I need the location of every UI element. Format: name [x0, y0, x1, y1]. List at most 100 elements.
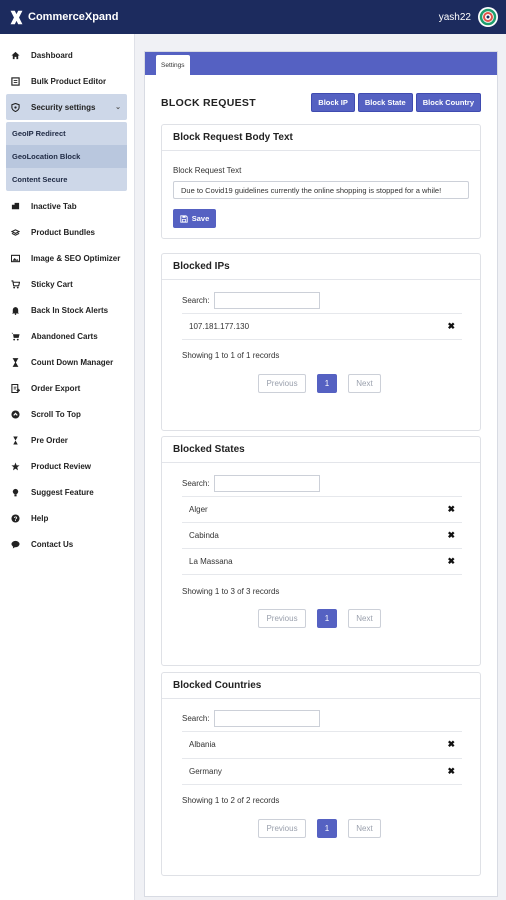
sidebar-item-count-down-manager[interactable]: Count Down Manager: [0, 349, 134, 375]
ip-value: 107.181.177.130: [189, 322, 250, 331]
sidebar-item-help[interactable]: ? Help: [0, 505, 134, 531]
remove-icon[interactable]: ✖: [447, 321, 455, 332]
card-title: Blocked IPs: [162, 254, 480, 280]
page-1-button[interactable]: 1: [317, 819, 337, 838]
country-value: Germany: [189, 767, 222, 776]
help-icon: ?: [11, 513, 20, 523]
chevron-down-icon: ⌄: [115, 104, 121, 111]
brand-logo[interactable]: CommerceXpand: [8, 9, 118, 26]
sidebar-item-label: Scroll To Top: [31, 409, 81, 419]
sidebar-item-label: Inactive Tab: [31, 201, 77, 211]
tab-icon: [11, 202, 20, 211]
page-title: BLOCK REQUEST: [161, 96, 256, 109]
sidebar-item-label: Suggest Feature: [31, 487, 94, 497]
search-label: Search:: [182, 296, 210, 305]
sidebar-item-label: Help: [31, 513, 49, 523]
next-button[interactable]: Next: [348, 819, 381, 838]
sidebar-item-image-seo-optimizer[interactable]: Image & SEO Optimizer: [0, 245, 134, 271]
table-row: La Massana ✖: [182, 548, 462, 574]
card-title: Blocked States: [162, 437, 480, 463]
previous-button[interactable]: Previous: [258, 609, 306, 628]
records-info: Showing 1 to 3 of 3 records: [182, 587, 280, 596]
block-country-button[interactable]: Block Country: [415, 93, 481, 112]
remove-icon[interactable]: ✖: [447, 739, 455, 750]
arrow-up-icon: [11, 409, 20, 419]
block-ip-button[interactable]: Block IP: [311, 93, 355, 112]
remove-icon[interactable]: ✖: [447, 556, 455, 567]
ip-search-input[interactable]: [213, 292, 320, 309]
cart-icon: [11, 279, 20, 289]
blocked-ips-card: Blocked IPs Search: 107.181.177.130 ✖ Sh…: [161, 253, 481, 431]
ip-search: Search:: [182, 292, 320, 309]
records-info: Showing 1 to 1 of 1 records: [182, 351, 280, 360]
state-value: La Massana: [189, 557, 233, 566]
state-search-input[interactable]: [213, 475, 320, 492]
previous-button[interactable]: Previous: [258, 819, 306, 838]
sidebar-item-label: Product Bundles: [31, 227, 96, 237]
export-icon: [11, 383, 20, 393]
sidebar-item-abandoned-carts[interactable]: Abandoned Carts: [0, 323, 134, 349]
submenu-item-geoip-redirect[interactable]: GeoIP Redirect: [6, 122, 127, 145]
user-avatar[interactable]: [478, 7, 498, 27]
state-value: Alger: [189, 505, 208, 514]
brand-logo-icon: [10, 10, 23, 24]
sidebar-item-sticky-cart[interactable]: Sticky Cart: [0, 271, 134, 297]
country-search-input[interactable]: [213, 710, 320, 727]
submenu-item-content-secure[interactable]: Content Secure: [6, 168, 127, 191]
sidebar-item-pre-order[interactable]: Pre Order: [0, 427, 134, 453]
cart-icon: [11, 332, 20, 341]
sidebar-item-label: Dashboard: [31, 50, 73, 60]
card-title: Block Request Body Text: [162, 125, 480, 151]
sidebar-item-suggest-feature[interactable]: Suggest Feature: [0, 479, 134, 505]
next-button[interactable]: Next: [348, 374, 381, 393]
state-search: Search:: [182, 475, 320, 492]
table-row: 107.181.177.130 ✖: [182, 313, 462, 339]
block-request-text-input[interactable]: Due to Covid19 guidelines currently the …: [173, 181, 469, 199]
previous-button[interactable]: Previous: [258, 374, 306, 393]
page-scrollbar[interactable]: [498, 34, 506, 900]
block-state-button[interactable]: Block State: [357, 93, 413, 112]
sidebar-item-security-settings[interactable]: Security settings ⌄: [6, 94, 127, 120]
remove-icon[interactable]: ✖: [447, 530, 455, 541]
remove-icon[interactable]: ✖: [447, 766, 455, 777]
card-title: Blocked Countries: [162, 673, 480, 699]
sidebar-item-label: Pre Order: [31, 435, 68, 445]
lightbulb-icon: [11, 488, 20, 497]
sidebar-item-label: Contact Us: [31, 539, 74, 549]
sidebar-item-order-export[interactable]: Order Export: [0, 375, 134, 401]
country-value: Albania: [189, 740, 216, 749]
sidebar-item-product-bundles[interactable]: Product Bundles: [0, 219, 134, 245]
tab-settings[interactable]: Settings: [156, 55, 190, 75]
save-label: Save: [191, 214, 210, 223]
save-button[interactable]: Save: [173, 209, 216, 228]
submenu-item-geolocation-block[interactable]: GeoLocation Block: [6, 145, 127, 168]
sidebar-item-back-in-stock-alerts[interactable]: Back In Stock Alerts: [0, 297, 134, 323]
sidebar-item-label: Back In Stock Alerts: [31, 305, 109, 315]
tab-bar: Settings: [145, 52, 497, 75]
sidebar-item-dashboard[interactable]: Dashboard: [0, 42, 134, 68]
block-request-text-label: Block Request Text: [173, 166, 242, 175]
pagination: Previous 1 Next: [258, 609, 381, 628]
sidebar-item-contact-us[interactable]: Contact Us: [0, 531, 134, 557]
edit-icon: [11, 76, 20, 86]
table-divider: [182, 784, 462, 785]
hourglass-icon: [11, 357, 20, 367]
search-label: Search:: [182, 479, 210, 488]
pagination: Previous 1 Next: [258, 819, 381, 838]
sidebar: Dashboard Bulk Product Editor Security s…: [0, 34, 135, 900]
sidebar-item-product-review[interactable]: Product Review: [0, 453, 134, 479]
remove-icon[interactable]: ✖: [447, 504, 455, 515]
sidebar-item-bulk-product-editor[interactable]: Bulk Product Editor: [0, 68, 134, 94]
sidebar-item-label: Order Export: [31, 383, 81, 393]
sidebar-item-label: Count Down Manager: [31, 357, 114, 367]
user-menu[interactable]: yash22: [439, 7, 498, 27]
sidebar-item-inactive-tab[interactable]: Inactive Tab: [0, 193, 134, 219]
page-1-button[interactable]: 1: [317, 609, 337, 628]
shield-icon: [11, 102, 20, 112]
next-button[interactable]: Next: [348, 609, 381, 628]
sidebar-item-scroll-to-top[interactable]: Scroll To Top: [0, 401, 134, 427]
page-1-button[interactable]: 1: [317, 374, 337, 393]
table-divider: [182, 574, 462, 575]
country-search: Search:: [182, 710, 320, 727]
main-panel: Settings BLOCK REQUEST Block IP Block St…: [144, 51, 498, 897]
